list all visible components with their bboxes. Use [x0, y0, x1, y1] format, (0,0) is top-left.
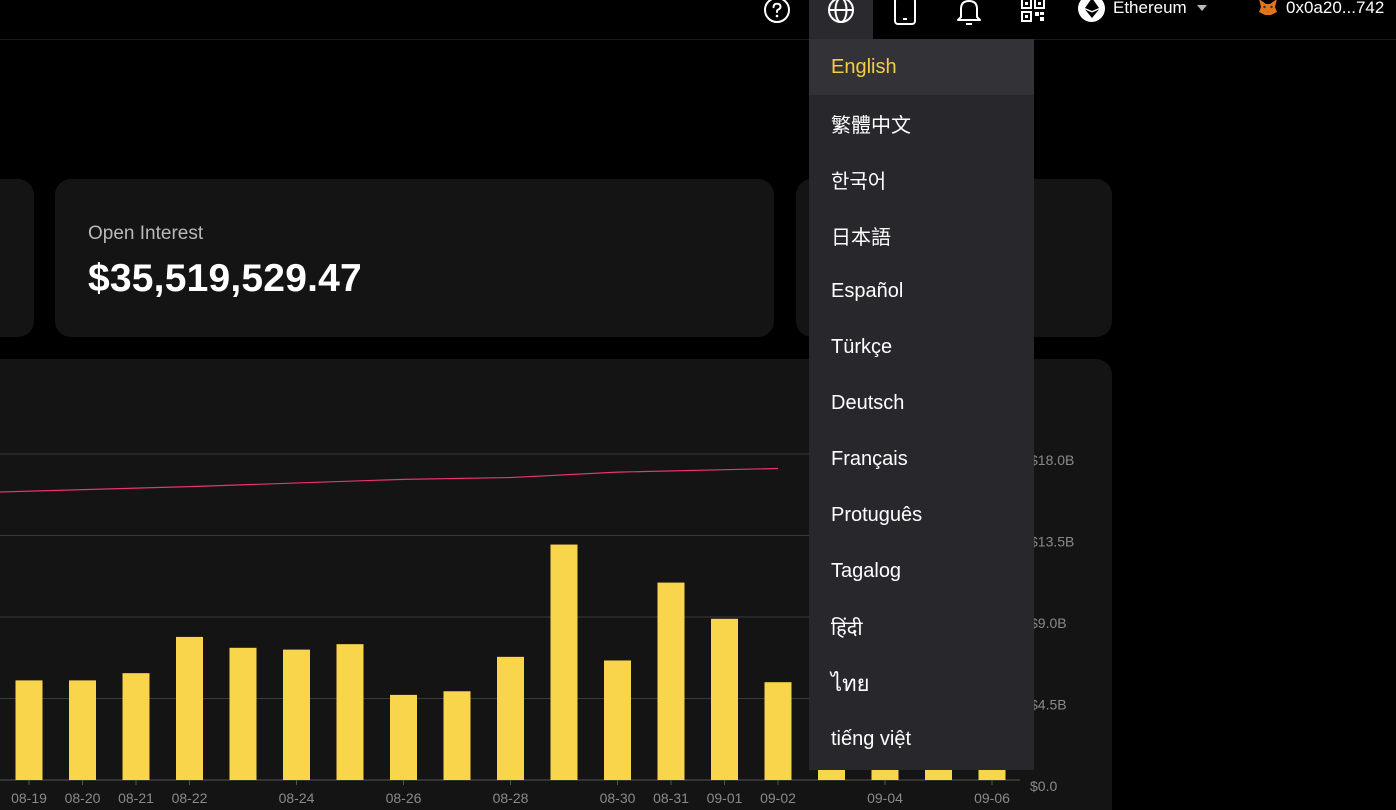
- trend-line: [0, 467, 779, 493]
- bar: [818, 769, 845, 780]
- x-tick-label: 08-31: [653, 790, 689, 806]
- bar: [122, 673, 150, 780]
- bar: [443, 691, 471, 780]
- bar: [711, 618, 738, 780]
- language-option[interactable]: Türkçe: [809, 319, 1034, 375]
- language-option[interactable]: Español: [809, 263, 1034, 319]
- language-option[interactable]: हिंदी: [809, 599, 1034, 655]
- help-icon[interactable]: [745, 0, 809, 40]
- language-option[interactable]: 한국어: [809, 151, 1034, 207]
- x-tick-label: 08-30: [600, 790, 636, 806]
- bar: [657, 582, 685, 780]
- open-interest-label: Open Interest: [88, 223, 204, 244]
- bar: [550, 544, 578, 780]
- mobile-icon[interactable]: [873, 0, 937, 40]
- open-interest-value: $35,519,529.47: [88, 257, 362, 300]
- bar: [176, 636, 203, 780]
- x-tick-label: 08-24: [279, 790, 315, 806]
- language-globe-button[interactable]: [809, 0, 873, 40]
- qr-code-icon[interactable]: [1001, 0, 1065, 40]
- y-tick-label: $13.5B: [1030, 534, 1074, 550]
- bar: [925, 769, 952, 780]
- x-tick-label: 09-04: [867, 790, 903, 806]
- x-tick-label: 08-21: [118, 790, 154, 806]
- x-tick-label: 08-19: [11, 790, 47, 806]
- language-option[interactable]: 繁體中文: [809, 95, 1034, 151]
- bar: [283, 649, 310, 780]
- language-option[interactable]: 日本語: [809, 207, 1034, 263]
- language-option[interactable]: Deutsch: [809, 375, 1034, 431]
- y-tick-label: $4.5B: [1030, 697, 1067, 713]
- bar: [764, 682, 792, 780]
- language-option[interactable]: Tagalog: [809, 543, 1034, 599]
- network-label: Ethereum: [1113, 0, 1187, 17]
- bar: [229, 647, 257, 780]
- chevron-down-icon: [1196, 5, 1207, 11]
- bar: [69, 680, 96, 780]
- globe-icon: [828, 0, 854, 23]
- bar: [604, 660, 631, 780]
- bar: [497, 656, 524, 780]
- x-tick-label: 09-02: [760, 790, 796, 806]
- language-dropdown-menu: English 繁體中文 한국어 日本語 Español Türkçe Deutsch Fra…: [809, 39, 1034, 770]
- x-tick-label: 09-06: [974, 790, 1010, 806]
- bar: [871, 769, 899, 780]
- y-tick-label: $9.0B: [1030, 615, 1067, 631]
- stat-card-left: [0, 179, 34, 337]
- bar: [336, 644, 364, 780]
- x-tick-label: 09-01: [707, 790, 743, 806]
- language-option[interactable]: Protuguês: [809, 487, 1034, 543]
- language-option[interactable]: tiếng việt: [809, 711, 1034, 767]
- bar: [978, 769, 1006, 780]
- y-tick-label: $18.0B: [1030, 452, 1074, 468]
- top-bar: Ethereum 0x0a20...742: [0, 0, 1396, 40]
- ethereum-icon: [1078, 0, 1105, 22]
- wallet-button[interactable]: 0x0a20...742: [1258, 0, 1384, 22]
- language-option[interactable]: English: [809, 39, 1034, 95]
- bell-icon[interactable]: [937, 0, 1001, 40]
- language-option[interactable]: Français: [809, 431, 1034, 487]
- language-option[interactable]: ไทย: [809, 655, 1034, 711]
- x-tick-label: 08-28: [493, 790, 529, 806]
- metamask-fox-icon: [1259, 0, 1277, 15]
- network-selector[interactable]: Ethereum: [1078, 0, 1207, 22]
- y-tick-label: $0.0: [1030, 778, 1057, 794]
- x-tick-label: 08-20: [65, 790, 101, 806]
- wallet-address: 0x0a20...742: [1286, 0, 1385, 17]
- x-tick-label: 08-22: [172, 790, 208, 806]
- x-tick-label: 08-26: [386, 790, 422, 806]
- bar: [390, 694, 417, 780]
- bar: [15, 680, 43, 780]
- open-interest-card: Open Interest $35,519,529.47: [55, 179, 774, 337]
